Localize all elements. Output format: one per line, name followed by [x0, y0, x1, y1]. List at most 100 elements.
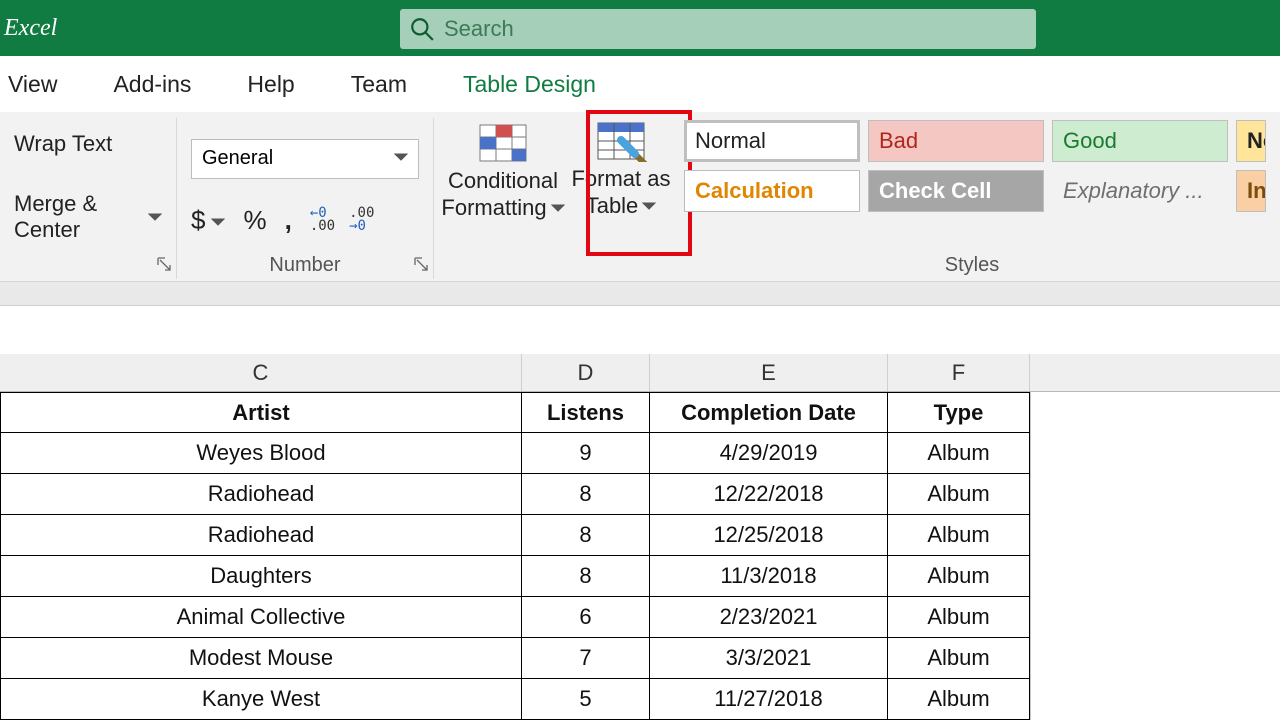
table-row: Kanye West 5 11/27/2018 Album	[0, 679, 1280, 720]
conditional-formatting-button[interactable]: Conditional Formatting	[448, 120, 558, 221]
search-box[interactable]: Search	[400, 9, 1036, 49]
col-header-blank[interactable]	[1030, 354, 1280, 391]
chevron-down-icon	[211, 205, 225, 236]
cell-blank[interactable]	[1030, 515, 1280, 556]
cell-type[interactable]: Album	[888, 433, 1030, 474]
chevron-down-icon	[394, 147, 408, 170]
cell-type[interactable]: Album	[888, 638, 1030, 679]
cell-artist[interactable]: Weyes Blood	[0, 433, 522, 474]
cell-style-explanatory[interactable]: Explanatory ...	[1052, 170, 1228, 212]
cell-type[interactable]: Album	[888, 597, 1030, 638]
cell-header-date[interactable]: Completion Date	[650, 392, 888, 433]
ribbon-group-styles: Normal Bad Good No Calculation Check Cel…	[670, 118, 1280, 279]
format-as-table-button[interactable]: Format as Table	[566, 118, 676, 219]
comma-format-button[interactable]: ,	[285, 205, 292, 236]
group-caption	[14, 254, 162, 279]
decrease-decimal-button[interactable]: .00→0	[349, 207, 374, 232]
cell-date[interactable]: 2/23/2021	[650, 597, 888, 638]
cell-listens[interactable]: 7	[522, 638, 650, 679]
cond-fmt-line1: Conditional	[448, 168, 558, 193]
table-row: Radiohead 8 12/25/2018 Album	[0, 515, 1280, 556]
cell-artist[interactable]: Daughters	[0, 556, 522, 597]
cell-artist[interactable]: Radiohead	[0, 474, 522, 515]
cell-style-calculation[interactable]: Calculation	[684, 170, 860, 212]
cell-artist[interactable]: Kanye West	[0, 679, 522, 720]
cell-listens[interactable]: 5	[522, 679, 650, 720]
column-headers: C D E F	[0, 354, 1280, 392]
dialog-launcher-icon[interactable]	[156, 256, 172, 277]
cond-fmt-line2: Formatting	[441, 195, 546, 220]
col-header-f[interactable]: F	[888, 354, 1030, 391]
app-name: Excel	[0, 15, 57, 42]
format-as-table-icon	[595, 120, 647, 162]
cell-header-type[interactable]: Type	[888, 392, 1030, 433]
cell-artist[interactable]: Radiohead	[0, 515, 522, 556]
fmt-table-line2: Table	[586, 193, 639, 218]
cell-artist[interactable]: Modest Mouse	[0, 638, 522, 679]
cell-listens[interactable]: 8	[522, 515, 650, 556]
tab-help[interactable]: Help	[247, 71, 294, 98]
ribbon-group-condfmt: Conditional Formatting	[434, 118, 560, 279]
chevron-down-icon	[148, 204, 162, 230]
cell-type[interactable]: Album	[888, 515, 1030, 556]
increase-decimal-button[interactable]: ←0.00	[310, 207, 335, 232]
dialog-launcher-icon[interactable]	[413, 256, 429, 277]
table-row: Radiohead 8 12/22/2018 Album	[0, 474, 1280, 515]
title-bar: Excel Search	[0, 0, 1280, 56]
col-header-d[interactable]: D	[522, 354, 650, 391]
tab-team[interactable]: Team	[351, 71, 407, 98]
ribbon: Wrap Text Merge & Center General $ % , ←…	[0, 112, 1280, 282]
header-row: Artist Listens Completion Date Type	[0, 392, 1280, 433]
cell-style-normal[interactable]: Normal	[684, 120, 860, 162]
cell-date[interactable]: 12/22/2018	[650, 474, 888, 515]
formula-bar-strip	[0, 282, 1280, 306]
conditional-formatting-icon	[477, 122, 529, 164]
cell-blank[interactable]	[1030, 392, 1280, 433]
cell-style-check-cell[interactable]: Check Cell	[868, 170, 1044, 212]
col-header-c[interactable]: C	[0, 354, 522, 391]
tab-view[interactable]: View	[8, 71, 57, 98]
cell-style-input[interactable]: In	[1236, 170, 1266, 212]
cell-listens[interactable]: 6	[522, 597, 650, 638]
table-row: Animal Collective 6 2/23/2021 Album	[0, 597, 1280, 638]
cell-artist[interactable]: Animal Collective	[0, 597, 522, 638]
cell-type[interactable]: Album	[888, 679, 1030, 720]
cell-listens[interactable]: 9	[522, 433, 650, 474]
search-icon	[400, 16, 444, 42]
col-header-e[interactable]: E	[650, 354, 888, 391]
number-format-select[interactable]: General	[191, 139, 419, 179]
table-row: Weyes Blood 9 4/29/2019 Album	[0, 433, 1280, 474]
number-format-value: General	[202, 147, 273, 170]
group-caption-number: Number	[191, 254, 419, 279]
ribbon-group-number: General $ % , ←0.00 .00→0 Number	[177, 118, 434, 279]
cell-blank[interactable]	[1030, 638, 1280, 679]
fmt-table-line1: Format as	[571, 166, 670, 191]
accounting-format-button[interactable]: $	[191, 205, 225, 236]
cell-style-good[interactable]: Good	[1052, 120, 1228, 162]
cell-header-listens[interactable]: Listens	[522, 392, 650, 433]
cell-style-bad[interactable]: Bad	[868, 120, 1044, 162]
cell-blank[interactable]	[1030, 679, 1280, 720]
cell-blank[interactable]	[1030, 433, 1280, 474]
cell-date[interactable]: 11/27/2018	[650, 679, 888, 720]
cell-header-artist[interactable]: Artist	[0, 392, 522, 433]
cell-listens[interactable]: 8	[522, 556, 650, 597]
tab-table-design[interactable]: Table Design	[463, 71, 596, 98]
merge-center-button[interactable]: Merge & Center	[14, 191, 162, 243]
cell-style-neutral[interactable]: No	[1236, 120, 1266, 162]
percent-format-button[interactable]: %	[243, 205, 266, 236]
cell-date[interactable]: 4/29/2019	[650, 433, 888, 474]
cell-blank[interactable]	[1030, 597, 1280, 638]
tab-addins[interactable]: Add-ins	[113, 71, 191, 98]
cell-listens[interactable]: 8	[522, 474, 650, 515]
cell-date[interactable]: 3/3/2021	[650, 638, 888, 679]
cell-date[interactable]: 11/3/2018	[650, 556, 888, 597]
cell-type[interactable]: Album	[888, 474, 1030, 515]
merge-center-label: Merge & Center	[14, 191, 142, 243]
cell-date[interactable]: 12/25/2018	[650, 515, 888, 556]
cell-blank[interactable]	[1030, 556, 1280, 597]
cell-type[interactable]: Album	[888, 556, 1030, 597]
ribbon-group-alignment: Wrap Text Merge & Center	[0, 118, 177, 279]
wrap-text-button[interactable]: Wrap Text	[14, 131, 162, 157]
cell-blank[interactable]	[1030, 474, 1280, 515]
